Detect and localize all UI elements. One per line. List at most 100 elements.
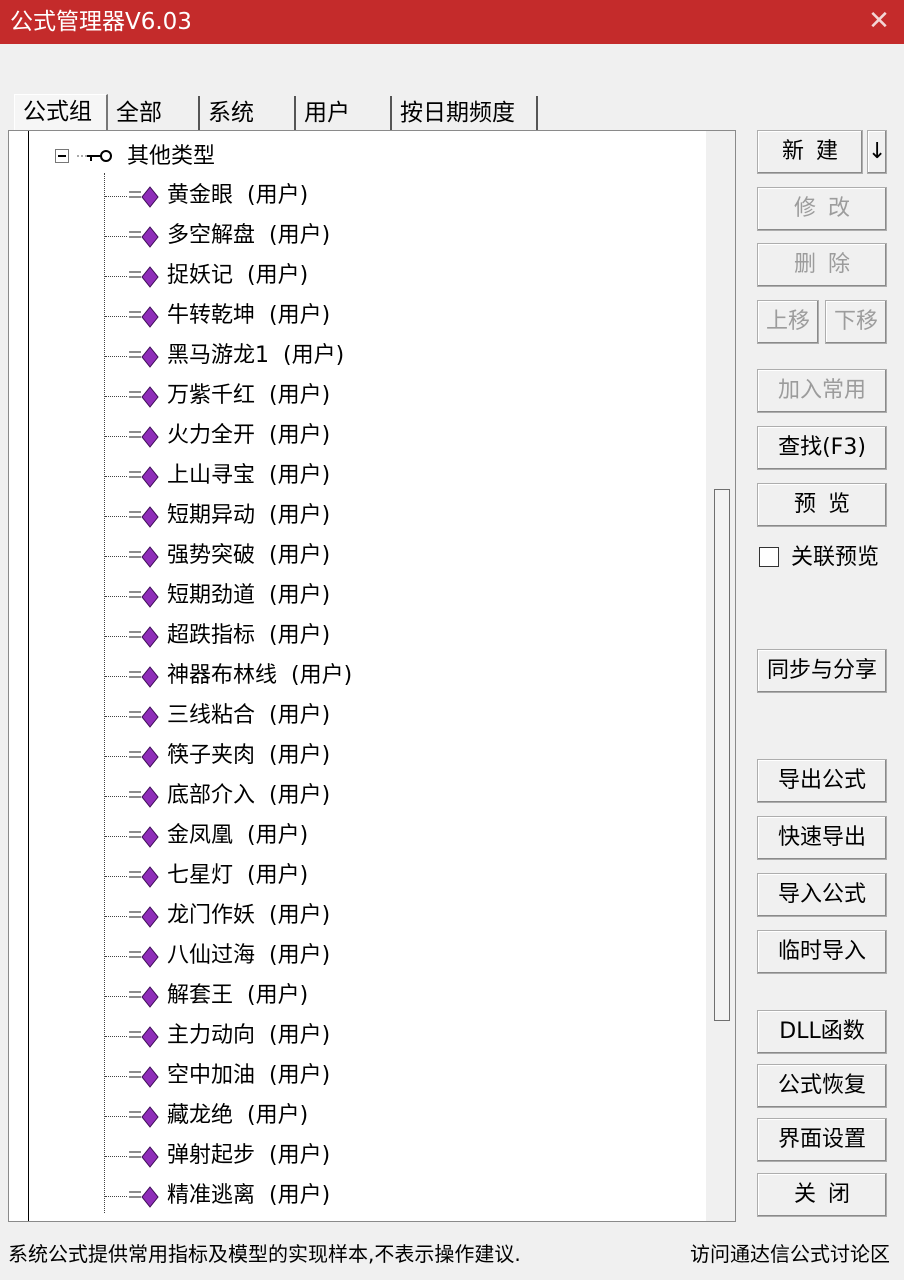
formula-gem-icon bbox=[129, 906, 159, 928]
move-down-button[interactable]: 下移 bbox=[825, 300, 887, 344]
tree-item[interactable]: 万紫千红 (用户) bbox=[103, 377, 703, 415]
tree-item-label: 八仙过海 (用户) bbox=[167, 943, 331, 968]
tree-connector bbox=[105, 916, 127, 917]
formula-gem-icon bbox=[129, 1186, 159, 1208]
linked-preview-checkbox-row[interactable]: 关联预览 bbox=[757, 544, 897, 572]
tree-item[interactable]: 黄金眼 (用户) bbox=[103, 177, 703, 215]
tree-item[interactable]: 精准逃离 (用户) bbox=[103, 1177, 703, 1215]
tree-item[interactable]: 短期劲道 (用户) bbox=[103, 577, 703, 615]
tab-system[interactable]: 系统 bbox=[200, 96, 296, 130]
formula-gem-icon bbox=[129, 186, 159, 208]
linked-preview-checkbox[interactable] bbox=[759, 547, 779, 567]
tree-item[interactable]: 主力动向 (用户) bbox=[103, 1017, 703, 1055]
import-formula-button[interactable]: 导入公式 bbox=[757, 873, 887, 917]
tree-item[interactable]: 多空解盘 (用户) bbox=[103, 217, 703, 255]
formula-gem-icon bbox=[129, 546, 159, 568]
tree-item-label: 牛转乾坤 (用户) bbox=[167, 303, 331, 328]
ui-settings-button[interactable]: 界面设置 bbox=[757, 1118, 887, 1162]
tree-item-label: 藏龙绝 (用户) bbox=[167, 1103, 309, 1128]
tree-item-label: 万紫千红 (用户) bbox=[167, 383, 331, 408]
window-title: 公式管理器V6.03 bbox=[10, 9, 192, 35]
tree-item-label: 多空解盘 (用户) bbox=[167, 223, 331, 248]
move-up-button[interactable]: 上移 bbox=[757, 300, 819, 344]
tree-item[interactable]: 神器布林线 (用户) bbox=[103, 657, 703, 695]
new-dropdown-button[interactable]: ↓ bbox=[867, 130, 887, 174]
tree-item[interactable]: 短期异动 (用户) bbox=[103, 497, 703, 535]
tree-item[interactable]: 牛转乾坤 (用户) bbox=[103, 297, 703, 335]
quick-export-button[interactable]: 快速导出 bbox=[757, 816, 887, 860]
collapse-icon[interactable] bbox=[55, 149, 69, 163]
tree-item[interactable]: 底部介入 (用户) bbox=[103, 777, 703, 815]
tree-connector bbox=[105, 876, 127, 877]
find-button[interactable]: 查找(F3) bbox=[757, 426, 887, 470]
tree-item[interactable]: 金凤凰 (用户) bbox=[103, 817, 703, 855]
tree-item[interactable]: 八仙过海 (用户) bbox=[103, 937, 703, 975]
delete-button[interactable]: 删除 bbox=[757, 243, 887, 287]
tree-item[interactable]: 弹射起步 (用户) bbox=[103, 1137, 703, 1175]
formula-gem-icon bbox=[129, 426, 159, 448]
export-formula-button[interactable]: 导出公式 bbox=[757, 759, 887, 803]
tree-item[interactable]: 强势突破 (用户) bbox=[103, 537, 703, 575]
tree-connector bbox=[105, 516, 127, 517]
formula-gem-icon bbox=[129, 466, 159, 488]
sync-share-button[interactable]: 同步与分享 bbox=[757, 649, 887, 693]
formula-gem-icon bbox=[129, 1146, 159, 1168]
tree-item[interactable]: 七星灯 (用户) bbox=[103, 857, 703, 895]
tree-item-label: 空中加油 (用户) bbox=[167, 1063, 331, 1088]
tree-item[interactable]: 火力全开 (用户) bbox=[103, 417, 703, 455]
tree-item-label: 黄金眼 (用户) bbox=[167, 183, 309, 208]
tree-item-label: 短期劲道 (用户) bbox=[167, 583, 331, 608]
tree-connector bbox=[105, 396, 127, 397]
modify-button[interactable]: 修改 bbox=[757, 187, 887, 231]
tree-item-label: 黑马游龙1 (用户) bbox=[167, 343, 345, 368]
tree-connector bbox=[105, 1156, 127, 1157]
tree-item[interactable]: 三线粘合 (用户) bbox=[103, 697, 703, 735]
tab-formula-group[interactable]: 公式组 bbox=[14, 94, 108, 130]
tree-item-label: 火力全开 (用户) bbox=[167, 423, 331, 448]
forum-link[interactable]: 访问通达信公式讨论区 bbox=[690, 1238, 890, 1270]
close-button[interactable]: 关闭 bbox=[757, 1173, 887, 1217]
temp-import-button[interactable]: 临时导入 bbox=[757, 930, 887, 974]
tab-all[interactable]: 全部 bbox=[108, 96, 200, 130]
tree-item-label: 主力动向 (用户) bbox=[167, 1023, 331, 1048]
new-button[interactable]: 新建 bbox=[757, 130, 863, 174]
restore-formula-button[interactable]: 公式恢复 bbox=[757, 1064, 887, 1108]
formula-tree[interactable]: 其他类型 黄金眼 (用户) 多空解盘 (用户) 捉妖记 (用户) 牛转乾坤 (用户) 黑… bbox=[8, 130, 736, 1222]
tree-connector bbox=[105, 556, 127, 557]
tree-item[interactable]: 藏龙绝 (用户) bbox=[103, 1097, 703, 1135]
formula-gem-icon bbox=[129, 786, 159, 808]
scrollbar-thumb[interactable] bbox=[714, 489, 730, 1021]
formula-gem-icon bbox=[129, 946, 159, 968]
dll-functions-button[interactable]: DLL函数 bbox=[757, 1010, 887, 1054]
tree-item-label: 解套王 (用户) bbox=[167, 983, 309, 1008]
tree-item-label: 筷子夹肉 (用户) bbox=[167, 743, 331, 768]
tree-item[interactable]: 捉妖记 (用户) bbox=[103, 257, 703, 295]
tree-item[interactable]: 筷子夹肉 (用户) bbox=[103, 737, 703, 775]
preview-button[interactable]: 预览 bbox=[757, 483, 887, 527]
tree-item-label: 短期异动 (用户) bbox=[167, 503, 331, 528]
formula-gem-icon bbox=[129, 306, 159, 328]
tree-item[interactable]: 龙门作妖 (用户) bbox=[103, 897, 703, 935]
tree-item[interactable]: 空中加油 (用户) bbox=[103, 1057, 703, 1095]
tree-item-label: 金凤凰 (用户) bbox=[167, 823, 309, 848]
tree-item[interactable]: 解套王 (用户) bbox=[103, 977, 703, 1015]
tree-connector bbox=[105, 676, 127, 677]
tree-item-label: 弹射起步 (用户) bbox=[167, 1143, 331, 1168]
tree-connector bbox=[105, 596, 127, 597]
tree-item-label: 强势突破 (用户) bbox=[167, 543, 331, 568]
tree-item[interactable]: 超跌指标 (用户) bbox=[103, 617, 703, 655]
tree-scrollbar[interactable] bbox=[706, 131, 735, 1221]
formula-gem-icon bbox=[129, 986, 159, 1008]
close-window-icon[interactable]: ✕ bbox=[866, 6, 892, 36]
tree-item[interactable]: 黑马游龙1 (用户) bbox=[103, 337, 703, 375]
formula-gem-icon bbox=[129, 226, 159, 248]
tree-connector bbox=[105, 356, 127, 357]
tab-by-date-frequency[interactable]: 按日期频度 bbox=[392, 96, 538, 130]
status-text: 系统公式提供常用指标及模型的实现样本,不表示操作建议. bbox=[8, 1242, 521, 1266]
tree-root-line bbox=[28, 131, 29, 1221]
formula-gem-icon bbox=[129, 506, 159, 528]
title-bar: 公式管理器V6.03 ✕ bbox=[0, 0, 904, 44]
add-to-common-button[interactable]: 加入常用 bbox=[757, 369, 887, 413]
tree-item[interactable]: 上山寻宝 (用户) bbox=[103, 457, 703, 495]
tab-user[interactable]: 用户 bbox=[296, 96, 392, 130]
